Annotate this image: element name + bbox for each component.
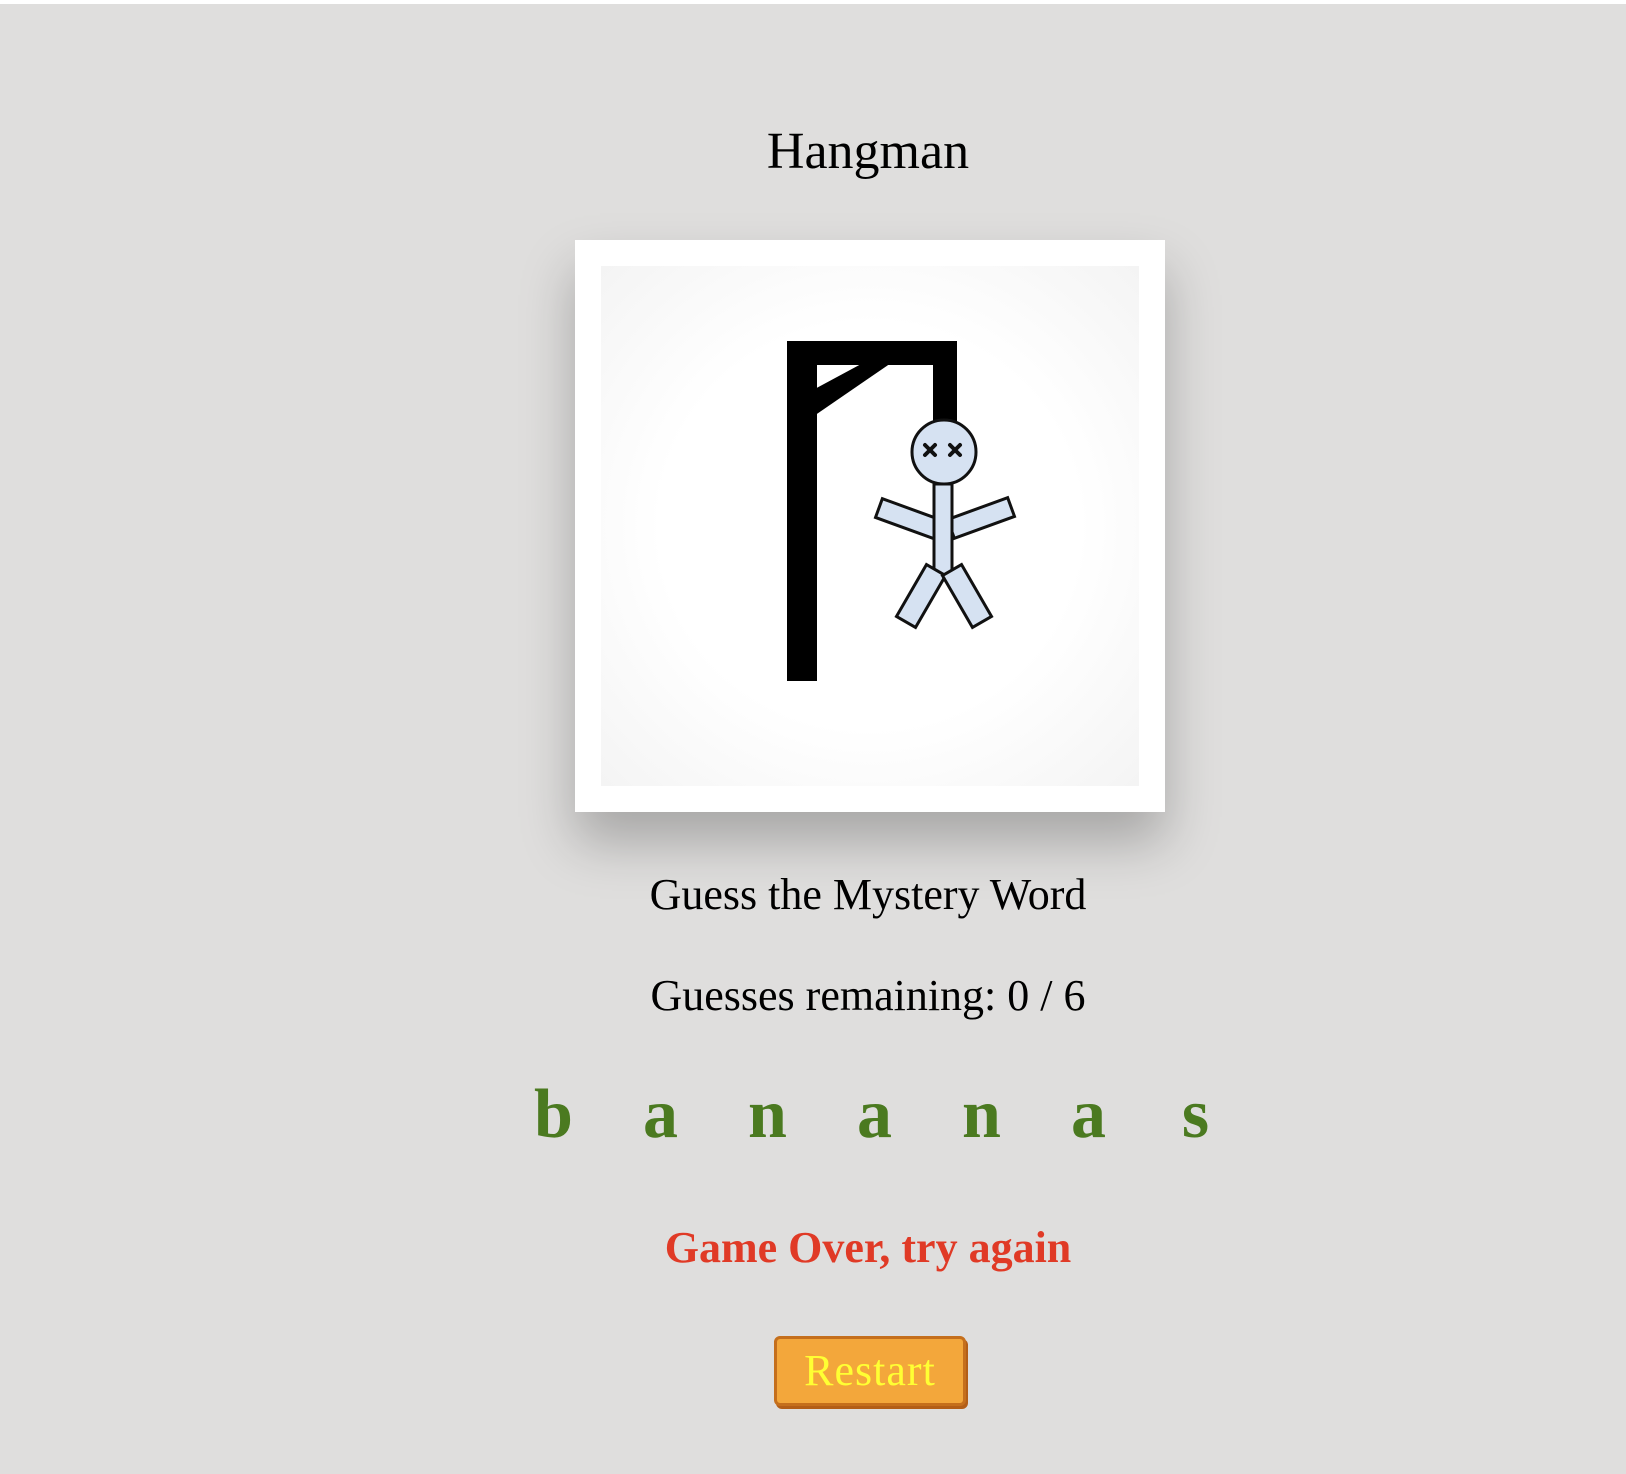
word-letter: s (1181, 1076, 1210, 1153)
restart-button[interactable]: Restart (774, 1336, 966, 1406)
hangman-torso (932, 482, 954, 582)
gallows-rope (933, 341, 957, 431)
gallows-illustration (787, 341, 1017, 681)
game-over-message: Game Over, try again (664, 1223, 1072, 1272)
game-prompt: Guess the Mystery Word (649, 870, 1087, 919)
hangman-drawing (601, 266, 1139, 786)
mystery-word: b a n a n a s (500, 1080, 1249, 1150)
word-letter: n (962, 1076, 1001, 1153)
page-title: Hangman (766, 123, 970, 180)
gallows-brace (811, 363, 891, 418)
word-letter: n (748, 1076, 787, 1153)
top-edge (0, 0, 1626, 4)
word-letter: a (857, 1076, 892, 1153)
guesses-remaining: Guesses remaining: 0 / 6 (650, 971, 1086, 1020)
word-letter: b (534, 1076, 573, 1153)
word-letter: a (1071, 1076, 1106, 1153)
gallows-beam (787, 341, 957, 365)
hangman-image-frame (575, 240, 1165, 812)
hangman-head (910, 418, 978, 486)
word-letter: a (643, 1076, 678, 1153)
hangman-legs (894, 562, 994, 630)
